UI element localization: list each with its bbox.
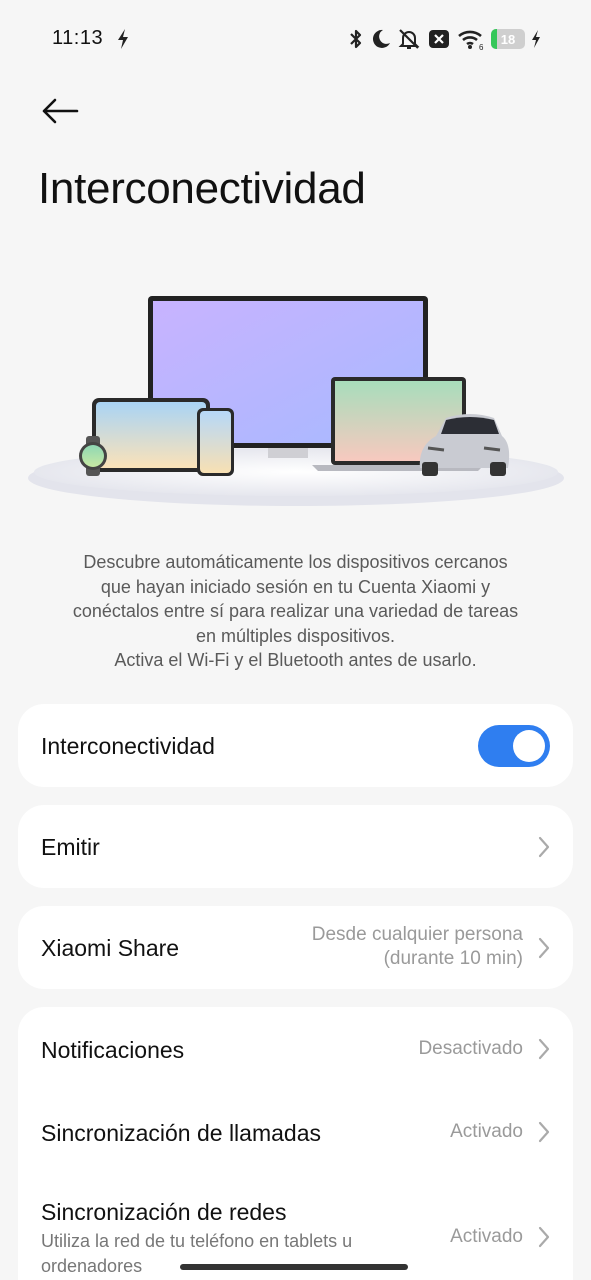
interconnectivity-card: Interconectividad xyxy=(18,704,573,787)
toggle-knob xyxy=(513,730,545,762)
description: Descubre automáticamente los dispositivo… xyxy=(30,550,561,673)
cast-card: Emitir xyxy=(18,805,573,888)
battery-icon: 18 xyxy=(491,29,525,49)
back-button[interactable] xyxy=(38,92,82,130)
tablet-screen xyxy=(96,402,206,468)
chevron-right-icon xyxy=(538,836,550,858)
watch-face xyxy=(82,445,104,467)
close-box-icon xyxy=(429,30,449,48)
chevron-right-icon xyxy=(538,937,550,959)
chevron-right-icon xyxy=(538,1038,550,1060)
xiaomi-share-row[interactable]: Xiaomi Share Desde cualquier persona (du… xyxy=(18,906,573,989)
chevron-right-icon xyxy=(538,1226,550,1248)
lightning-icon xyxy=(118,29,128,49)
battery-fill xyxy=(491,29,498,49)
car-windshield xyxy=(441,417,499,434)
network-sync-value: Activado xyxy=(450,1226,523,1247)
call-sync-label: Sincronización de llamadas xyxy=(41,1120,321,1146)
xiaomi-share-value-line1: Desde cualquier persona xyxy=(311,924,523,945)
screen: 11:13 6 18 Interconectividad Descubre au… xyxy=(0,0,591,1280)
description-line: que hayan iniciado sesión en tu Cuenta X… xyxy=(100,576,491,597)
wifi-icon: 6 xyxy=(458,30,484,51)
network-sync-description: Utiliza la red de tu teléfono en tablets… xyxy=(41,1229,352,1279)
call-sync-row[interactable]: Sincronización de llamadas Activado xyxy=(18,1091,573,1175)
interconnectivity-row[interactable]: Interconectividad xyxy=(18,704,573,787)
car-wheel-left xyxy=(422,462,438,476)
charging-icon xyxy=(532,30,540,48)
xiaomi-share-card: Xiaomi Share Desde cualquier persona (du… xyxy=(18,906,573,989)
cast-label: Emitir xyxy=(41,834,100,860)
description-line: Descubre automáticamente los dispositivo… xyxy=(83,552,508,572)
back-arrow-icon xyxy=(42,98,79,124)
notifications-label: Notificaciones xyxy=(41,1037,185,1063)
interconnectivity-toggle[interactable] xyxy=(478,725,550,767)
description-line: Activa el Wi-Fi y el Bluetooth antes de … xyxy=(114,650,477,670)
description-line: conéctalos entre sí para realizar una va… xyxy=(72,601,519,621)
xiaomi-share-label: Xiaomi Share xyxy=(41,935,180,961)
xiaomi-share-value: Desde cualquier persona (durante 10 min) xyxy=(312,923,523,971)
description-line: en múltiples dispositivos. xyxy=(195,625,396,646)
svg-text:6: 6 xyxy=(479,43,484,51)
moon-icon xyxy=(372,29,390,48)
xiaomi-share-value-line2: (durante 10 min) xyxy=(383,948,523,969)
status-icons: 6 18 xyxy=(347,26,541,52)
bell-off-icon xyxy=(398,29,420,49)
phone-screen xyxy=(200,411,231,473)
notifications-value: Desactivado xyxy=(418,1038,523,1059)
car-wheel-right xyxy=(490,462,506,476)
call-sync-value: Activado xyxy=(450,1121,523,1142)
home-indicator[interactable] xyxy=(180,1264,408,1270)
chevron-right-icon xyxy=(538,1121,550,1143)
monitor-stand xyxy=(268,448,308,458)
status-bar: 11:13 6 18 xyxy=(0,0,591,80)
sync-card: Notificaciones Desactivado Sincronizació… xyxy=(18,1007,573,1280)
status-time: 11:13 xyxy=(52,27,104,49)
devices-illustration xyxy=(28,296,564,506)
network-sync-label: Sincronización de redes xyxy=(41,1199,287,1225)
network-sync-sub-line1: Utiliza la red de tu teléfono en tablets… xyxy=(41,1231,353,1251)
page-title: Interconectividad xyxy=(38,164,366,213)
notifications-row[interactable]: Notificaciones Desactivado xyxy=(18,1007,573,1091)
battery-level: 18 xyxy=(500,31,516,47)
cast-row[interactable]: Emitir xyxy=(18,805,573,888)
bluetooth-icon xyxy=(350,29,362,49)
interconnectivity-label: Interconectividad xyxy=(41,733,215,759)
